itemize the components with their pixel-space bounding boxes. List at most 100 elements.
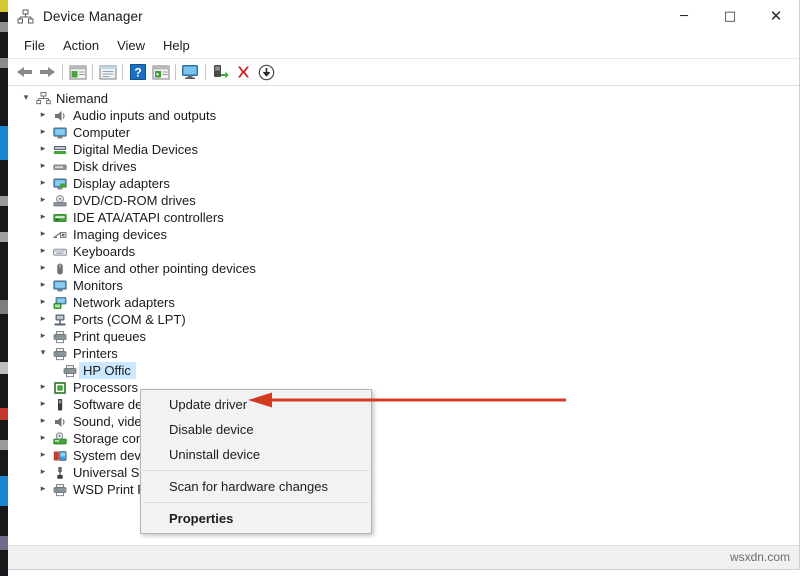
- chevron-right-icon[interactable]: ▸: [35, 468, 51, 477]
- network-adapter-icon: [51, 296, 69, 310]
- processor-icon: [51, 381, 69, 395]
- menu-help[interactable]: Help: [154, 36, 199, 56]
- tree-item-label: Keyboards: [69, 244, 135, 259]
- chevron-right-icon[interactable]: ▸: [35, 281, 51, 290]
- chevron-right-icon[interactable]: ▸: [35, 315, 51, 324]
- scan-hardware-changes-icon[interactable]: [179, 61, 202, 83]
- tree-item-label: Computer: [69, 125, 130, 140]
- context-menu-item-scan-for-hardware-changes[interactable]: Scan for hardware changes: [141, 474, 371, 499]
- tree-row[interactable]: ▾ Printers: [8, 345, 799, 362]
- tree-row[interactable]: ▸ Audio inputs and outputs: [8, 107, 799, 124]
- chevron-down-icon[interactable]: ▾: [18, 94, 34, 103]
- tree-item-label: Digital Media Devices: [69, 142, 198, 157]
- svg-text:?: ?: [134, 66, 141, 80]
- tree-row[interactable]: ▸ Print queues: [8, 328, 799, 345]
- dvd-drive-icon: [51, 194, 69, 208]
- tree-row[interactable]: ▸ Imaging devices: [8, 226, 799, 243]
- tree-row[interactable]: ▸ Keyboards: [8, 243, 799, 260]
- status-bar: wsxdn.com: [8, 545, 799, 569]
- tree-row[interactable]: ▸ System devi: [8, 447, 799, 464]
- chevron-right-icon[interactable]: ▸: [35, 264, 51, 273]
- tree-row[interactable]: ▸ Ports (COM & LPT): [8, 311, 799, 328]
- context-menu[interactable]: Update driver Disable device Uninstall d…: [140, 389, 372, 534]
- separator-2: [92, 64, 93, 80]
- tree-item-label: Disk drives: [69, 159, 137, 174]
- storage-controller-icon: [51, 432, 69, 446]
- chevron-right-icon[interactable]: ▸: [35, 230, 51, 239]
- chevron-right-icon[interactable]: ▸: [35, 128, 51, 137]
- chevron-right-icon[interactable]: ▸: [35, 213, 51, 222]
- menu-file[interactable]: File: [15, 36, 54, 56]
- desktop-edge-sliver: [0, 0, 8, 576]
- chevron-right-icon[interactable]: ▸: [35, 247, 51, 256]
- tree-row[interactable]: ▾ Niemand: [8, 90, 799, 107]
- uninstall-device-icon[interactable]: [232, 61, 255, 83]
- tree-row-selected-printer[interactable]: HP Offic: [8, 362, 799, 379]
- chevron-right-icon[interactable]: ▸: [35, 111, 51, 120]
- enable-device-icon[interactable]: [209, 61, 232, 83]
- separator-1: [62, 64, 63, 80]
- tree-row[interactable]: ▸ Storage cont: [8, 430, 799, 447]
- tree-row[interactable]: ▸ Digital Media Devices: [8, 141, 799, 158]
- tree-row[interactable]: ▸ IDE ATA/ATAPI controllers: [8, 209, 799, 226]
- tree-item-label: DVD/CD-ROM drives: [69, 193, 196, 208]
- context-menu-item-uninstall-device[interactable]: Uninstall device: [141, 442, 371, 467]
- close-button[interactable]: ✕: [753, 0, 799, 33]
- tree-row[interactable]: ▸ Sound, video: [8, 413, 799, 430]
- menu-bar: File Action View Help: [8, 33, 799, 59]
- chevron-right-icon[interactable]: ▸: [35, 332, 51, 341]
- printer-icon: [61, 364, 79, 378]
- tree-row[interactable]: ▸ DVD/CD-ROM drives: [8, 192, 799, 209]
- tree-item-label: Niemand: [52, 91, 108, 106]
- tree-row[interactable]: ▸ Mice and other pointing devices: [8, 260, 799, 277]
- tree-row[interactable]: ▸ Disk drives: [8, 158, 799, 175]
- speaker-icon: [51, 415, 69, 429]
- chevron-right-icon[interactable]: ▸: [35, 417, 51, 426]
- printer-icon: [51, 330, 69, 344]
- tree-row[interactable]: ▸ Display adapters: [8, 175, 799, 192]
- tree-item-label: Display adapters: [69, 176, 170, 191]
- tree-row[interactable]: ▸ WSD Print Provider: [8, 481, 799, 498]
- maximize-button[interactable]: □: [707, 0, 753, 33]
- show-hide-console-tree-icon[interactable]: [66, 61, 89, 83]
- tree-row[interactable]: ▸ Network adapters: [8, 294, 799, 311]
- software-device-icon: [51, 398, 69, 412]
- device-manager-window: Device Manager ─ □ ✕ File Action View He…: [8, 0, 800, 570]
- menu-view[interactable]: View: [108, 36, 154, 56]
- chevron-right-icon[interactable]: ▸: [35, 485, 51, 494]
- properties-icon[interactable]: [96, 61, 119, 83]
- speaker-icon: [51, 109, 69, 123]
- chevron-right-icon[interactable]: ▸: [35, 451, 51, 460]
- tree-row[interactable]: ▸ Universal Se: [8, 464, 799, 481]
- forward-arrow-icon[interactable]: [36, 61, 59, 83]
- menu-action[interactable]: Action: [54, 36, 108, 56]
- chevron-down-icon[interactable]: ▾: [35, 349, 51, 358]
- minimize-button[interactable]: ─: [661, 0, 707, 33]
- caption-button-group: ─ □ ✕: [661, 0, 799, 33]
- site-watermark: wsxdn.com: [730, 550, 790, 564]
- chevron-right-icon[interactable]: ▸: [35, 162, 51, 171]
- chevron-right-icon[interactable]: ▸: [35, 400, 51, 409]
- tree-row[interactable]: ▸ Processors: [8, 379, 799, 396]
- back-arrow-icon[interactable]: [13, 61, 36, 83]
- disk-drive-icon: [51, 160, 69, 174]
- chevron-right-icon[interactable]: ▸: [35, 196, 51, 205]
- tree-item-label: System devi: [69, 448, 144, 463]
- help-icon[interactable]: ?: [126, 61, 149, 83]
- chevron-right-icon[interactable]: ▸: [35, 383, 51, 392]
- tree-row[interactable]: ▸ Software dev: [8, 396, 799, 413]
- chevron-right-icon[interactable]: ▸: [35, 434, 51, 443]
- context-menu-item-update-driver[interactable]: Update driver: [141, 392, 371, 417]
- chevron-right-icon[interactable]: ▸: [35, 298, 51, 307]
- tree-row[interactable]: ▸ Computer: [8, 124, 799, 141]
- disable-device-icon[interactable]: [255, 61, 278, 83]
- update-driver-icon[interactable]: [149, 61, 172, 83]
- separator-4: [175, 64, 176, 80]
- monitor-icon: [51, 279, 69, 293]
- device-tree[interactable]: ▾ Niemand ▸: [8, 86, 799, 545]
- tree-row[interactable]: ▸ Monitors: [8, 277, 799, 294]
- context-menu-item-properties[interactable]: Properties: [141, 506, 371, 531]
- chevron-right-icon[interactable]: ▸: [35, 145, 51, 154]
- chevron-right-icon[interactable]: ▸: [35, 179, 51, 188]
- context-menu-item-disable-device[interactable]: Disable device: [141, 417, 371, 442]
